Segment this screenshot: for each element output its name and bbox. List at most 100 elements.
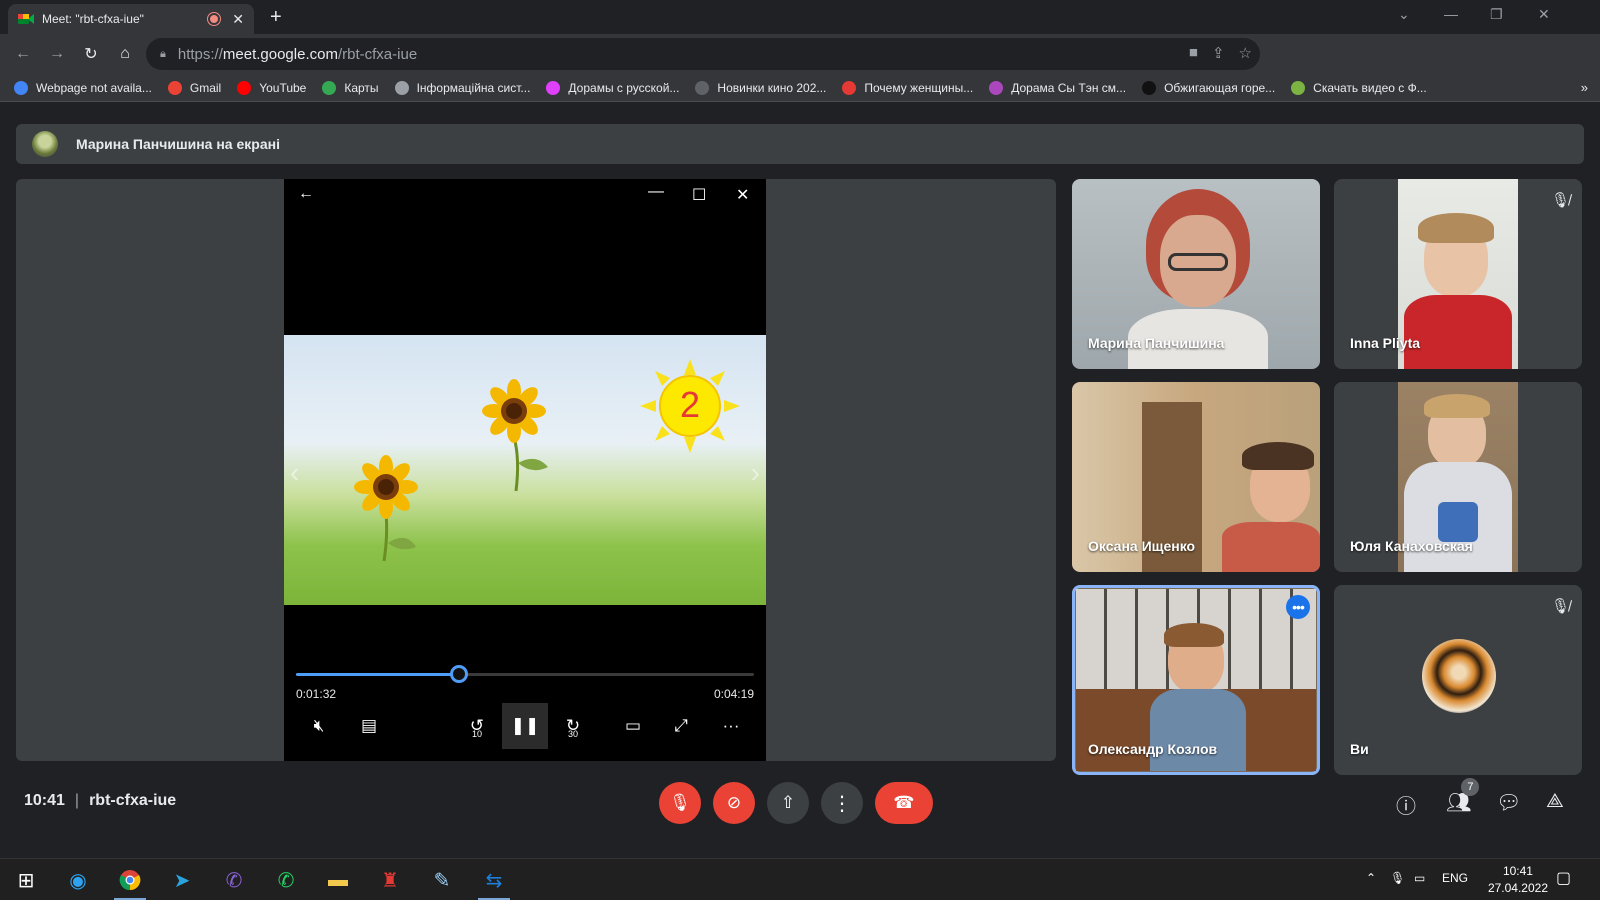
volume-muted-icon[interactable]: 🔇︎ (296, 703, 342, 749)
bookmark-item[interactable]: Скачать видео с Ф... (1291, 80, 1427, 95)
share-icon[interactable]: ⇪ (1212, 44, 1225, 62)
camera-off-button[interactable]: ⊘ (713, 782, 755, 824)
playback-seek-handle[interactable] (449, 665, 468, 683)
windows-taskbar: ⊞ ◉ ➤ ✆ ✆ ▬ ♜ ✎ ⇆ ⌃ 🎙︎ ▭ ENG 10:41 27.04… (0, 858, 1600, 900)
bookmark-item[interactable]: YouTube (237, 80, 307, 95)
meeting-details-icon[interactable]: ⓘ (1396, 790, 1416, 819)
paint-icon[interactable]: ✎ (422, 864, 462, 896)
input-language[interactable]: ENG (1442, 871, 1468, 885)
skip-back-button[interactable]: ↺ 10 (454, 703, 500, 749)
bookmark-item[interactable]: Обжигающая горе... (1142, 80, 1276, 95)
back-icon[interactable]: ← (6, 37, 40, 71)
present-now-button[interactable]: ⇧ (767, 782, 809, 824)
leave-call-button[interactable]: ☎︎ (875, 782, 933, 824)
more-options-icon[interactable]: ··· (708, 703, 754, 749)
tab-close-icon[interactable]: ✕ (232, 11, 244, 28)
player-controls: 🔇︎ ▤ ↺ 10 ❚❚ ↻ 30 ▭ ⤢ ··· (284, 701, 766, 749)
browser-tab-meet[interactable]: Meet: "rbt-cfxa-iue" ✕ (8, 4, 254, 34)
minimize-window-button[interactable]: — (1444, 6, 1458, 22)
bookmark-item[interactable]: Webpage not availa... (14, 80, 152, 95)
url-host: meet.google.com (222, 45, 338, 63)
presenting-banner: Марина Панчишина на екрані (16, 124, 1584, 164)
people-icon[interactable]: 👥︎ 7 (1446, 778, 1480, 815)
notifications-icon[interactable]: ▢ (1556, 868, 1571, 888)
player-minimize-icon[interactable]: — (648, 183, 664, 201)
bookmark-label: Обжигающая горе... (1164, 80, 1276, 95)
playback-progress-bar[interactable] (296, 665, 754, 683)
shared-screen-stage: ← — ☐ ✕ 2 ‹ › 0:01:32 0:04:19 🔇︎ ▤ ↺ 10 … (16, 179, 1056, 761)
windows-start-icon[interactable]: ⊞ (6, 864, 46, 896)
bookmark-item[interactable]: Новинки кино 202... (695, 80, 826, 95)
participant-name: Олександр Козлов (1088, 741, 1218, 757)
fullscreen-icon[interactable]: ⤢ (658, 703, 704, 749)
address-bar[interactable]: 🔒︎ https://meet.google.com/rbt-cfxa-iue … (146, 38, 1260, 70)
skip-back-label: 10 (471, 729, 482, 739)
skip-forward-button[interactable]: ↻ 30 (550, 703, 596, 749)
player-back-icon[interactable]: ← (298, 185, 314, 203)
bookmark-item[interactable]: Дорама Сы Тэн см... (989, 80, 1127, 95)
home-icon[interactable]: ⌂ (108, 37, 142, 71)
next-slide-icon[interactable]: › (751, 457, 760, 489)
participant-name: Юля Канаховская (1350, 538, 1473, 554)
bookmark-item[interactable]: Інформаційна сист... (394, 80, 530, 95)
previous-slide-icon[interactable]: ‹ (290, 457, 299, 489)
bookmark-item[interactable]: Карты (322, 80, 379, 95)
bookmark-star-icon[interactable]: ☆ (1239, 44, 1252, 62)
bookmark-label: Дорама Сы Тэн см... (1011, 80, 1127, 95)
microphone-off-button[interactable]: 🎙︎ (659, 782, 701, 824)
edge-browser-icon[interactable]: ◉ (58, 864, 98, 896)
bookmark-favicon-icon (237, 80, 252, 95)
activities-icon[interactable]: ⟁ (1546, 790, 1564, 813)
tab-search-icon[interactable]: ⌄ (1398, 6, 1410, 23)
bookmark-label: Дорамы с русской... (568, 80, 680, 95)
telegram-icon[interactable]: ➤ (162, 864, 202, 896)
child-shirt (1222, 522, 1320, 572)
bookmarks-overflow-icon[interactable]: » (1581, 80, 1588, 95)
tray-clock[interactable]: 10:41 27.04.2022 (1488, 863, 1548, 897)
participant-tile[interactable]: Оксана Ищенко (1072, 382, 1320, 572)
restore-window-button[interactable]: ❐ (1490, 6, 1503, 23)
chat-icon[interactable]: 💬︎ (1496, 790, 1521, 815)
new-tab-button[interactable]: + (270, 6, 282, 29)
whatsapp-icon[interactable]: ✆ (266, 864, 306, 896)
bookmark-item[interactable]: Почему женщины... (842, 80, 974, 95)
participant-tile-speaking[interactable]: ••• Олександр Козлов (1072, 585, 1320, 775)
close-window-button[interactable]: ✕ (1538, 6, 1550, 23)
viber-icon[interactable]: ✆ (214, 864, 254, 896)
presenting-text: Марина Панчишина на екрані (76, 136, 280, 152)
tray-mic-icon[interactable]: 🎙︎ (1390, 871, 1405, 885)
participant-tile[interactable]: Юля Канаховская (1334, 382, 1582, 572)
participant-options-icon[interactable]: ••• (1286, 595, 1310, 619)
participant-tile-self[interactable]: 🎙︎̸ Ви (1334, 585, 1582, 775)
more-options-button[interactable]: ⋮ (821, 782, 863, 824)
player-maximize-icon[interactable]: ☐ (692, 185, 706, 205)
participant-tile[interactable]: Марина Панчишина (1072, 179, 1320, 369)
sunflower-image (354, 455, 434, 570)
recording-indicator-icon (208, 13, 221, 25)
mini-view-icon[interactable]: ▭ (610, 703, 656, 749)
participant-count-badge: 7 (1461, 778, 1480, 796)
tray-date: 27.04.2022 (1487, 881, 1548, 895)
bookmark-item[interactable]: Дорамы с русской... (546, 80, 680, 95)
tray-overflow-icon[interactable]: ⌃ (1366, 871, 1376, 885)
app-icon[interactable]: ♜ (370, 864, 410, 896)
bookmark-item[interactable]: Gmail (167, 80, 221, 95)
bookmark-favicon-icon (1142, 80, 1157, 95)
file-explorer-icon[interactable]: ▬ (318, 864, 358, 896)
bookmark-label: Почему женщины... (864, 80, 974, 95)
bookmark-label: YouTube (259, 80, 307, 95)
chrome-browser-icon[interactable] (110, 864, 150, 900)
player-close-icon[interactable]: ✕ (736, 185, 749, 205)
bookmarks-bar: Webpage not availa... Gmail YouTube Карты Ін… (0, 74, 1600, 102)
subtitles-icon[interactable]: ▤ (346, 703, 392, 749)
participant-name: Inna Pliyta (1350, 335, 1421, 351)
bookmark-label: Карты (344, 80, 379, 95)
camera-in-use-icon[interactable]: ■ (1189, 44, 1198, 62)
sunflower-image (482, 379, 562, 504)
pause-button[interactable]: ❚❚ (502, 703, 548, 749)
tray-battery-icon[interactable]: ▭ (1414, 871, 1425, 885)
forward-icon[interactable]: → (40, 37, 74, 71)
teamviewer-icon[interactable]: ⇆ (474, 864, 514, 900)
reload-icon[interactable]: ↻ (74, 37, 108, 71)
participant-tile[interactable]: 🎙︎̸ Inna Pliyta (1334, 179, 1582, 369)
